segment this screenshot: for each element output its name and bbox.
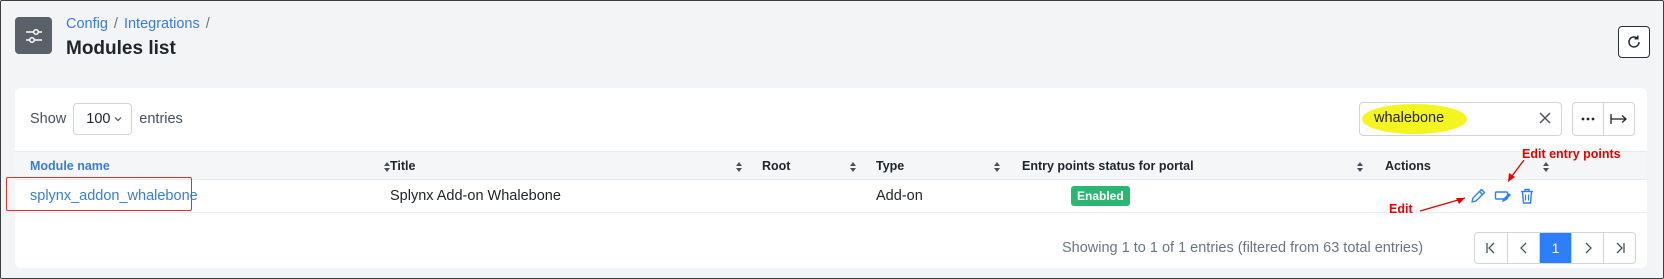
show-label: Show — [30, 111, 67, 127]
page-title: Modules list — [66, 38, 176, 59]
table-header: Module name Title Root Type Entry points… — [15, 151, 1647, 180]
breadcrumb-separator: / — [205, 16, 210, 32]
pagination: 1 — [1474, 232, 1636, 264]
chevron-left-icon — [1517, 241, 1531, 255]
module-type-cell: Add-on — [876, 188, 923, 204]
sort-icon[interactable] — [849, 161, 857, 173]
annotation-edit-entry-points: Edit entry points — [1522, 147, 1621, 161]
arrow-right-to-bar-icon — [1610, 112, 1628, 126]
first-page-button[interactable] — [1475, 233, 1507, 263]
breadcrumb-integrations[interactable]: Integrations — [124, 16, 200, 32]
previous-page-button[interactable] — [1507, 233, 1539, 263]
column-header-type[interactable]: Type — [876, 159, 904, 173]
entries-label: entries — [139, 111, 183, 127]
next-page-button[interactable] — [1571, 233, 1603, 263]
sort-icon[interactable] — [1356, 161, 1364, 173]
sliders-icon — [15, 17, 52, 54]
breadcrumb: Config / Integrations / — [66, 16, 210, 32]
table-tools — [1572, 102, 1635, 136]
annotation-edit: Edit — [1389, 202, 1413, 216]
column-header-title[interactable]: Title — [390, 159, 415, 173]
sort-icon[interactable] — [735, 161, 743, 173]
search-input-value: whalebone — [1374, 110, 1445, 126]
more-icon — [1581, 117, 1595, 121]
chevron-down-icon — [113, 114, 123, 124]
close-icon[interactable] — [1537, 110, 1553, 126]
sort-icon[interactable] — [1542, 161, 1550, 173]
entries-select[interactable]: 100 — [73, 103, 133, 135]
page-button-1[interactable]: 1 — [1539, 233, 1571, 263]
search-input[interactable]: whalebone — [1359, 102, 1562, 136]
column-header-module-name[interactable]: Module name — [30, 159, 110, 173]
breadcrumb-config[interactable]: Config — [66, 16, 108, 32]
first-page-icon — [1484, 241, 1498, 255]
table-info: Showing 1 to 1 of 1 entries (filtered fr… — [1062, 240, 1424, 256]
module-title-cell: Splynx Add-on Whalebone — [390, 188, 561, 204]
status-badge: Enabled — [1071, 186, 1130, 206]
breadcrumb-separator: / — [113, 16, 118, 32]
chevron-right-icon — [1581, 241, 1595, 255]
export-button[interactable] — [1603, 103, 1634, 135]
entries-length-control: Show 100 entries — [30, 103, 183, 135]
refresh-button[interactable] — [1618, 26, 1650, 58]
last-page-button[interactable] — [1603, 233, 1635, 263]
last-page-icon — [1613, 241, 1627, 255]
annotation-arrows — [1419, 160, 1525, 212]
column-header-entry-points-status[interactable]: Entry points status for portal — [1022, 159, 1194, 173]
highlight-box — [6, 177, 192, 211]
more-button[interactable] — [1573, 103, 1603, 135]
entries-select-value: 100 — [86, 111, 111, 127]
refresh-icon — [1626, 34, 1642, 50]
column-header-root[interactable]: Root — [762, 159, 790, 173]
sort-icon[interactable] — [993, 161, 1001, 173]
